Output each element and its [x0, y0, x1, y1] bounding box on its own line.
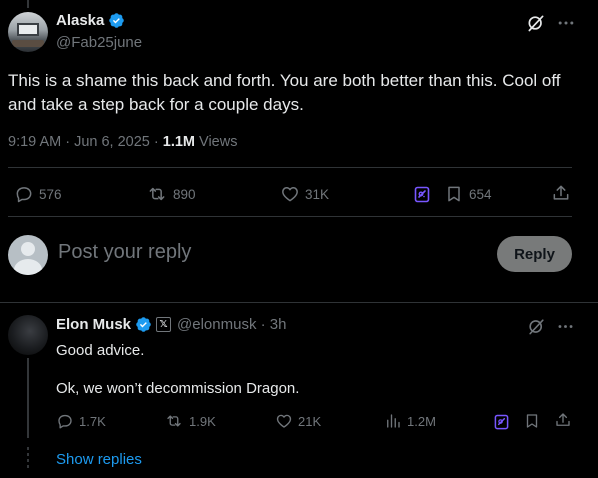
show-replies-link[interactable]: Show replies [56, 451, 142, 468]
reply-button[interactable]: Reply [497, 236, 572, 272]
grok-explain-icon[interactable] [494, 414, 509, 430]
author-name[interactable]: Alaska [56, 12, 104, 29]
reply-text-line2: Ok, we won’t decommission Dragon. [56, 380, 300, 397]
verified-icon [108, 12, 125, 29]
divider [8, 216, 572, 217]
repost-icon [146, 184, 168, 204]
like-icon [275, 412, 293, 430]
reply-repost-count: 1.9K [189, 413, 216, 429]
author-handle[interactable]: @Fab25june [56, 34, 142, 51]
like-action[interactable]: 31K [280, 184, 329, 204]
reply-icon [14, 184, 34, 204]
share-icon[interactable] [554, 411, 572, 429]
avatar-alaska[interactable] [8, 12, 48, 52]
reply-author-row: Elon Musk 𝕏 @elonmusk · 3h [56, 316, 286, 333]
my-avatar [8, 235, 48, 275]
like-count: 31K [305, 186, 330, 202]
more-icon[interactable] [556, 13, 576, 33]
like-icon [280, 184, 300, 204]
thread-dots [27, 447, 29, 469]
thread-line [27, 358, 29, 438]
main-author-row: Alaska [56, 12, 125, 29]
bookmark-icon [444, 184, 464, 204]
tweet-meta: 9:19 AM · Jun 6, 2025 · 1.1M Views [8, 134, 237, 150]
thread-line-top [27, 0, 29, 8]
reply-input[interactable]: Post your reply [58, 241, 191, 264]
reply-handle-time[interactable]: @elonmusk · 3h [177, 316, 286, 333]
share-icon[interactable] [551, 183, 571, 203]
x-affiliate-badge[interactable]: 𝕏 [156, 317, 172, 332]
reply-reply-action[interactable]: 1.7K [56, 412, 106, 430]
reply-views-count: 1.2M [407, 413, 436, 429]
grok-icon[interactable] [526, 13, 546, 33]
avatar-elon[interactable] [8, 315, 48, 355]
tweet-text: This is a shame this back and forth. You… [8, 71, 561, 114]
reply-reply-count: 1.7K [79, 413, 106, 429]
views-icon [384, 412, 402, 430]
reply-text-line1: Good advice. [56, 342, 145, 359]
views-label: Views [199, 134, 238, 150]
bookmark-action[interactable]: 654 [444, 184, 492, 204]
grok-icon[interactable] [527, 317, 546, 336]
bookmark-icon[interactable] [523, 412, 541, 430]
bookmark-count: 654 [469, 186, 492, 202]
views-count: 1.1M [162, 134, 196, 150]
grok-explain-icon[interactable] [414, 186, 430, 203]
divider [8, 167, 572, 168]
repost-action[interactable]: 890 [146, 184, 196, 204]
verified-icon [135, 316, 152, 333]
timestamp[interactable]: 9:19 AM · Jun 6, 2025 · [8, 134, 163, 150]
reply-author-name[interactable]: Elon Musk [56, 316, 131, 333]
reply-action[interactable]: 576 [14, 184, 62, 204]
reply-like-count: 21K [298, 413, 322, 429]
reply-repost-action[interactable]: 1.9K [164, 412, 216, 430]
repost-icon [164, 412, 184, 430]
reply-views-action[interactable]: 1.2M [384, 412, 436, 430]
more-icon[interactable] [556, 317, 575, 336]
divider [0, 302, 598, 303]
repost-count: 890 [173, 186, 196, 202]
reply-like-action[interactable]: 21K [275, 412, 321, 430]
reply-icon [56, 412, 74, 430]
reply-count: 576 [39, 186, 62, 202]
